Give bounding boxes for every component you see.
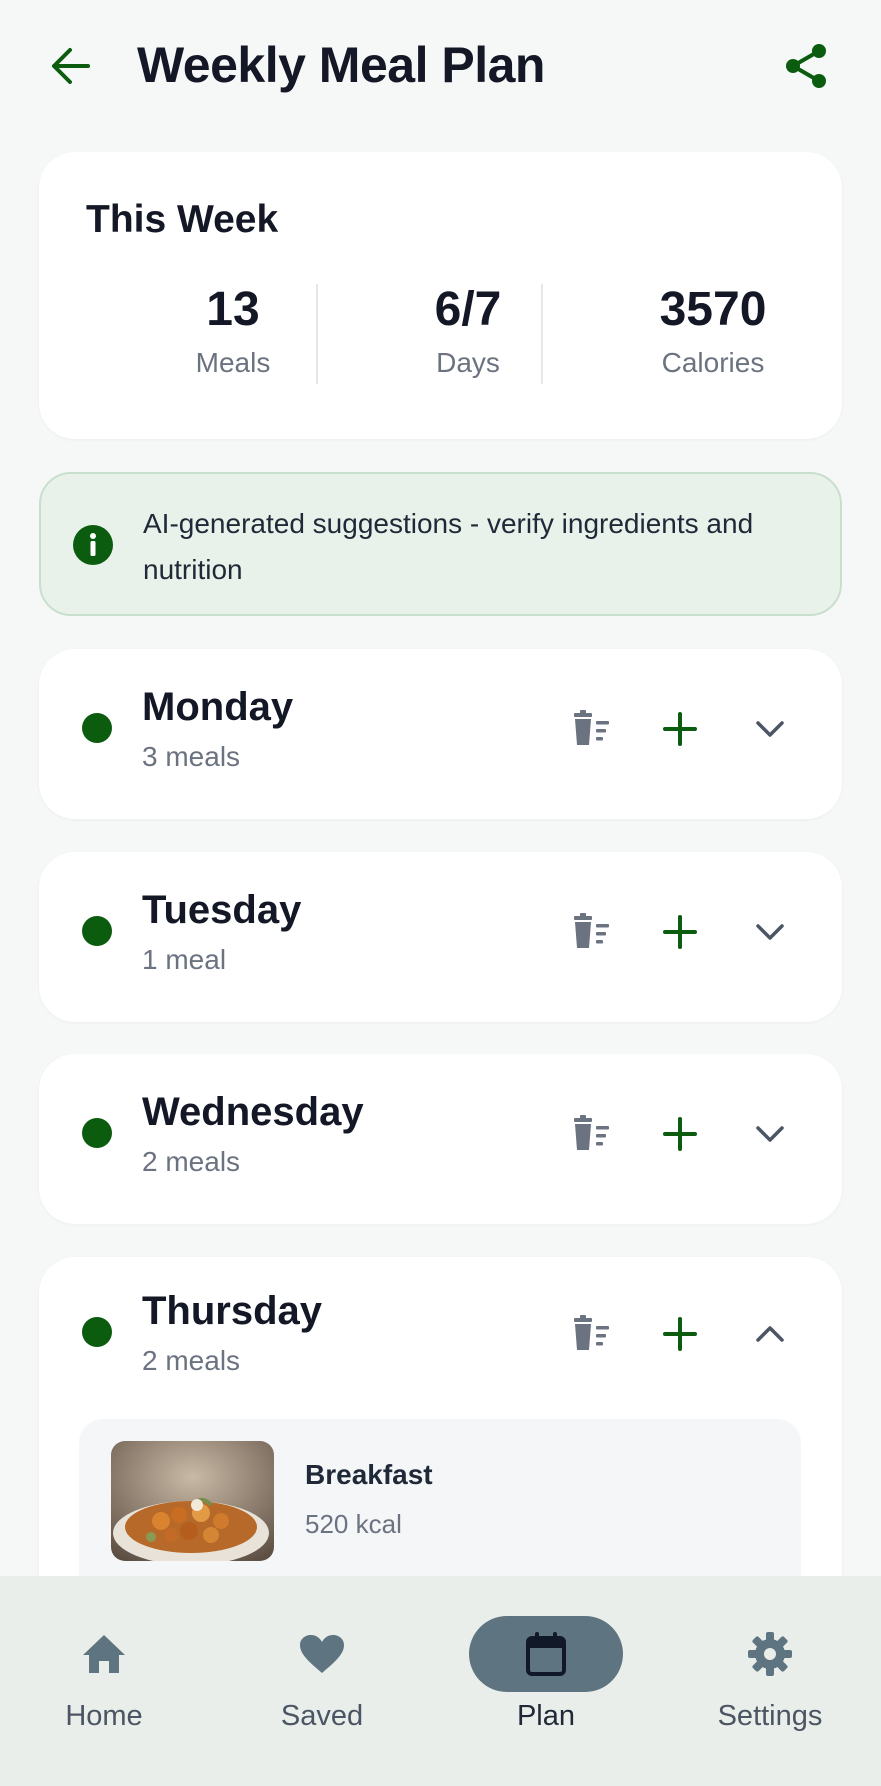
meal-type: Breakfast	[305, 1459, 433, 1490]
nav-settings[interactable]: Settings	[680, 1616, 860, 1733]
stat-value: 3570	[659, 283, 767, 336]
add-meal-button[interactable]	[655, 704, 705, 754]
nav-icon-container	[27, 1616, 181, 1692]
add-meal-button[interactable]	[655, 907, 705, 957]
plus-icon	[663, 915, 697, 949]
meal-photo	[111, 1441, 274, 1561]
nav-saved[interactable]: Saved	[232, 1616, 412, 1733]
week-summary-card: This Week 13 Meals 6/7 Days 3570 Calorie…	[39, 152, 842, 439]
bottom-navigation: Home Saved Plan Settings	[0, 1576, 881, 1786]
heart-icon	[300, 1635, 344, 1673]
disclaimer-text: AI-generated suggestions - verify ingred…	[143, 508, 754, 585]
status-dot	[82, 713, 112, 743]
delete-sweep-icon	[574, 1115, 609, 1150]
stat-label: Calories	[661, 347, 765, 378]
ai-disclaimer-banner: AI-generated suggestions - verify ingred…	[39, 472, 842, 616]
nav-label: Saved	[280, 1700, 364, 1732]
stat-calories: 3570 Calories	[593, 282, 833, 379]
app-header: Weekly Meal Plan	[0, 0, 881, 140]
clear-day-button[interactable]	[567, 1109, 617, 1159]
expand-button[interactable]	[745, 1109, 795, 1159]
status-dot	[82, 1317, 112, 1347]
chevron-down-icon	[756, 1126, 784, 1142]
collapse-button[interactable]	[745, 1309, 795, 1359]
stat-days: 6/7 Days	[348, 282, 588, 379]
nav-icon-container	[693, 1616, 847, 1692]
nav-label: Home	[65, 1700, 143, 1732]
nav-plan[interactable]: Plan	[456, 1616, 636, 1733]
chevron-down-icon	[756, 721, 784, 737]
page-title: Weekly Meal Plan	[137, 37, 545, 93]
nav-label: Settings	[717, 1700, 823, 1732]
nav-icon-container	[469, 1616, 623, 1692]
day-card-wednesday[interactable]: Wednesday 2 meals	[39, 1054, 842, 1224]
chevron-up-icon	[756, 1326, 784, 1342]
delete-sweep-icon	[574, 1315, 609, 1350]
meal-count: 2 meals	[142, 1146, 241, 1177]
day-card-monday[interactable]: Monday 3 meals	[39, 649, 842, 819]
delete-sweep-icon	[574, 913, 609, 948]
meal-count: 3 meals	[142, 741, 241, 772]
clear-day-button[interactable]	[567, 704, 617, 754]
share-icon	[786, 44, 826, 88]
calendar-icon	[526, 1632, 566, 1676]
plus-icon	[663, 1117, 697, 1151]
day-name: Monday	[142, 685, 294, 729]
meal-count: 2 meals	[142, 1345, 241, 1376]
nav-home[interactable]: Home	[14, 1616, 194, 1733]
day-name: Thursday	[142, 1289, 323, 1333]
status-dot	[82, 1118, 112, 1148]
meal-calories: 520 kcal	[305, 1509, 402, 1539]
delete-sweep-icon	[574, 710, 609, 745]
gear-icon	[748, 1632, 792, 1676]
nav-icon-container	[245, 1616, 399, 1692]
stat-label: Days	[436, 347, 500, 378]
stat-divider	[316, 284, 318, 384]
day-name: Tuesday	[142, 888, 302, 932]
share-button[interactable]	[780, 40, 832, 92]
stat-divider	[541, 284, 543, 384]
back-button[interactable]	[46, 42, 94, 90]
chevron-down-icon	[756, 924, 784, 940]
info-icon	[73, 525, 113, 565]
clear-day-button[interactable]	[567, 907, 617, 957]
day-card-tuesday[interactable]: Tuesday 1 meal	[39, 852, 842, 1022]
add-meal-button[interactable]	[655, 1309, 705, 1359]
plus-icon	[663, 712, 697, 746]
plus-icon	[663, 1317, 697, 1351]
stat-value: 6/7	[434, 283, 502, 336]
summary-title: This Week	[86, 198, 279, 241]
day-name: Wednesday	[142, 1090, 364, 1134]
home-icon	[83, 1635, 125, 1673]
clear-day-button[interactable]	[567, 1309, 617, 1359]
status-dot	[82, 916, 112, 946]
expand-button[interactable]	[745, 907, 795, 957]
meal-plan-screen: Weekly Meal Plan This Week 13 Meals 6/7 …	[0, 0, 881, 1786]
food-image	[111, 1441, 274, 1561]
meal-count: 1 meal	[142, 944, 227, 975]
nav-label: Plan	[516, 1700, 576, 1732]
expand-button[interactable]	[745, 704, 795, 754]
arrow-left-icon	[52, 48, 90, 84]
add-meal-button[interactable]	[655, 1109, 705, 1159]
